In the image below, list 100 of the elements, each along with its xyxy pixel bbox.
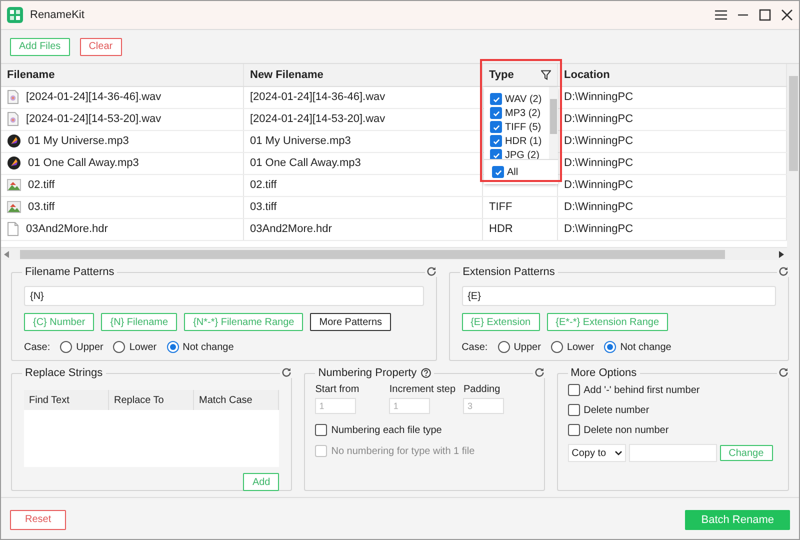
radio-label: Upper [76,342,104,352]
column-header: Replace To [109,390,194,410]
table-cell: D:\WinningPC [564,135,634,148]
dropdown-scrollbar[interactable] [549,87,558,159]
radio-label: Lower [129,342,157,352]
app-logo-icon [7,7,23,23]
column-header: Match Case [194,390,280,410]
add-button[interactable]: Add [243,473,280,491]
table-cell: [2024-01-24][14-53-20].wav [250,113,386,126]
table-cell: D:\WinningPC [564,179,634,192]
radio-label: Upper [514,342,541,352]
pattern-button[interactable]: {C} Number [24,313,94,331]
checkbox-label: Delete non number [584,424,669,436]
table-cell: [2024-01-24][14-53-20].wav [26,113,162,126]
radio-label: Not change [620,342,672,352]
filter-option[interactable]: MP3 (2) [505,108,541,118]
path-field[interactable] [628,444,717,462]
radio-button[interactable] [60,341,72,353]
radio-button[interactable] [113,341,126,353]
pattern-button[interactable]: {E*-*} Extension Range [546,313,668,331]
clear-button[interactable]: Clear [80,38,122,56]
refresh-icon[interactable] [778,266,789,277]
table-cell: 03.tiff [250,201,277,214]
field-label: Increment step [389,384,457,395]
batch-rename-button[interactable]: Batch Rename [685,510,790,530]
close-icon[interactable] [781,9,793,21]
table-cell: 03And2More.hdr [26,223,108,236]
table-cell: 03.tiff [28,201,55,214]
checkbox[interactable] [490,107,502,119]
column-header: Find Text [24,390,109,410]
pattern-field[interactable]: {E} [462,286,776,306]
table-cell: 01 One Call Away.mp3 [250,157,361,170]
column-header: Location [564,68,610,81]
table-cell: D:\WinningPC [564,91,634,104]
checkbox[interactable] [315,424,328,436]
case-label: Case: [24,342,50,352]
maximize-icon[interactable] [759,9,771,21]
pattern-button[interactable]: {E} Extension [462,313,540,331]
checkbox-label: No numbering for type with 1 file [331,446,475,456]
section-title: Numbering Property [318,367,417,379]
radio-label: Not change [182,342,234,352]
right-arrow-icon[interactable] [779,250,784,258]
pattern-button[interactable]: {N} Filename [101,313,178,331]
table-cell: 03And2More.hdr [250,223,332,236]
refresh-icon[interactable] [778,367,789,378]
table-cell: HDR [489,223,513,236]
filter-option[interactable]: TIFF (5) [505,122,542,132]
section-title: Extension Patterns [462,266,555,278]
radio-button[interactable] [550,341,563,353]
help-icon[interactable] [420,368,431,378]
checkbox[interactable] [490,93,502,105]
checkbox[interactable] [490,135,502,147]
change-button[interactable]: Change [720,445,773,461]
filter-option[interactable]: WAV (2) [505,94,542,104]
pattern-field[interactable]: {N} [24,286,424,306]
caret-icon[interactable] [614,450,622,456]
image-file-icon [7,201,21,214]
vertical-scrollbar[interactable] [787,64,799,260]
refresh-icon[interactable] [426,266,437,277]
checkbox-label: Numbering each file type [331,424,442,436]
checkbox[interactable] [568,404,580,416]
column-header: Filename [7,68,55,81]
section-title: Replace Strings [25,367,103,379]
add-files-button[interactable]: Add Files [10,38,70,56]
table-cell: [2024-01-24][14-36-46].wav [250,91,386,104]
table-cell: D:\WinningPC [564,201,634,214]
column-header: Type [489,68,514,81]
audio-file-icon [7,90,19,104]
refresh-icon[interactable] [534,367,545,378]
copy-to-dropdown[interactable]: Copy to [568,444,626,462]
refresh-icon[interactable] [281,367,292,378]
checkbox-label: Delete number [584,404,650,416]
checkbox[interactable] [492,166,504,178]
filter-option[interactable]: All [507,166,518,178]
checkbox-label: Add '-' behind first number [584,384,700,396]
checkbox[interactable] [568,424,580,436]
audio-file-icon [7,112,19,126]
filter-option[interactable]: HDR (1) [505,136,542,146]
table-cell: D:\WinningPC [564,223,634,236]
checkbox[interactable] [568,384,580,396]
checkbox[interactable] [490,121,502,133]
section-title: Filename Patterns [25,266,114,278]
checkbox[interactable] [490,149,502,159]
radio-button[interactable] [166,341,179,353]
pattern-button[interactable]: {N*-*} Filename Range [184,313,304,331]
left-arrow-icon[interactable] [4,250,9,258]
radio-button[interactable] [498,341,510,353]
horizontal-scrollbar[interactable] [1,247,787,260]
reset-button[interactable]: Reset [10,510,66,530]
more-patterns-button[interactable]: More Patterns [310,313,392,331]
filter-icon[interactable] [541,70,551,80]
window-title: RenameKit [30,9,84,21]
table-cell: D:\WinningPC [564,113,634,126]
table-cell: 01 My Universe.mp3 [28,135,129,148]
menu-icon[interactable] [715,10,727,20]
table-cell: [2024-01-24][14-36-46].wav [26,91,162,104]
case-label: Case: [462,342,488,352]
table-cell: TIFF [489,201,512,214]
radio-button[interactable] [604,341,616,353]
table-cell: D:\WinningPC [564,157,634,170]
